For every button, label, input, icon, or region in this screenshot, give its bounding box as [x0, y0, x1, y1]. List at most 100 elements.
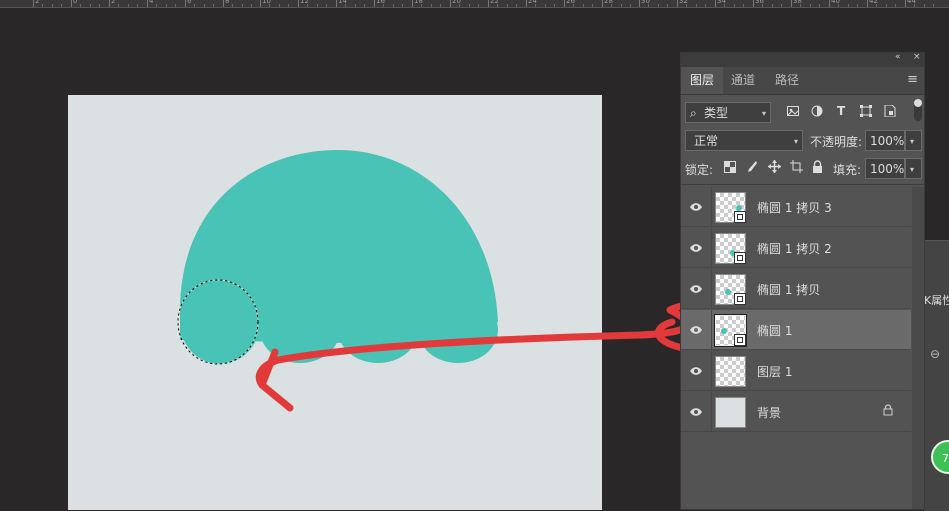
ruler-tick: [431, 4, 432, 7]
ruler-tick: [810, 4, 811, 7]
close-icon[interactable]: ×: [913, 52, 921, 62]
ruler-tick: [33, 0, 34, 7]
layer-row[interactable]: 椭圆 1 拷贝: [681, 269, 911, 309]
image-filter-icon[interactable]: [787, 105, 799, 120]
tab-layers[interactable]: 图层: [681, 67, 723, 94]
ruler-tick: [592, 4, 593, 7]
lock-transparent-pixels-icon[interactable]: [724, 161, 736, 176]
eye-icon[interactable]: [689, 364, 703, 378]
ruler-tick: [269, 4, 270, 7]
ruler-label: 8: [225, 0, 230, 5]
ruler-tick: [762, 4, 763, 7]
ruler-tick: [118, 4, 119, 7]
layer-name[interactable]: 背景: [757, 404, 781, 421]
ruler-tick: [686, 4, 687, 7]
layer-name[interactable]: 椭圆 1 拷贝: [757, 281, 820, 298]
shape-filter-icon[interactable]: [860, 105, 872, 120]
ruler-tick: [393, 4, 394, 7]
ruler-tick: [545, 4, 546, 7]
ruler-tick: [137, 4, 138, 7]
filter-kind-select[interactable]: ⌕ 类型 ▾: [685, 102, 771, 123]
layer-name[interactable]: 椭圆 1 拷贝 2: [757, 240, 832, 257]
ruler-label: 6: [187, 0, 192, 5]
layer-name[interactable]: 椭圆 1: [757, 322, 792, 339]
lock-all-icon[interactable]: [812, 160, 823, 176]
opacity-value: 100%: [870, 134, 905, 148]
ruler-tick: [194, 4, 195, 7]
layer-row[interactable]: 图层 1: [681, 351, 911, 391]
fill-value: 100%: [870, 162, 905, 176]
ruler-tick: [819, 4, 820, 7]
chevron-down-icon: ▾: [794, 137, 799, 146]
opacity-dropdown[interactable]: ▾: [905, 130, 922, 151]
ruler-tick: [260, 0, 261, 7]
ruler-tick: [242, 4, 243, 7]
type-filter-icon[interactable]: T: [837, 104, 845, 118]
collapse-icon[interactable]: «: [895, 52, 901, 62]
tab-paths[interactable]: 路径: [767, 67, 807, 94]
lock-position-icon[interactable]: [768, 160, 781, 176]
layer-name[interactable]: 椭圆 1 拷贝 3: [757, 199, 832, 216]
layer-thumbnail: [714, 314, 747, 347]
document-canvas[interactable]: [68, 95, 602, 510]
fill-dropdown[interactable]: ▾: [905, 158, 922, 179]
artboard-lock-icon[interactable]: [790, 160, 803, 176]
ruler-tick: [156, 4, 157, 7]
ruler-tick: [204, 4, 205, 7]
divider: [711, 392, 712, 432]
layer-row-selected[interactable]: 椭圆 1: [681, 310, 911, 350]
link-icon[interactable]: ⊖: [930, 347, 940, 361]
ruler-tick: [583, 4, 584, 7]
layer-name[interactable]: 图层 1: [757, 363, 792, 380]
ruler-tick: [800, 4, 801, 7]
ruler-tick: [288, 4, 289, 7]
filter-toggle[interactable]: [914, 99, 922, 121]
ruler-tick: [516, 4, 517, 7]
panel-menu-icon[interactable]: ≡: [907, 72, 918, 87]
properties-tab-label[interactable]: K属性: [924, 292, 949, 308]
ruler-tick: [317, 4, 318, 7]
ruler-tick: [364, 4, 365, 7]
ruler-tick: [497, 4, 498, 7]
ruler-tick: [658, 4, 659, 7]
filter-kind-label: 类型: [704, 106, 729, 120]
opacity-input[interactable]: 100%: [865, 130, 905, 151]
fill-input[interactable]: 100%: [865, 158, 905, 179]
eye-icon[interactable]: [689, 241, 703, 255]
smart-object-filter-icon[interactable]: [884, 104, 896, 120]
ruler-tick: [933, 4, 934, 7]
layer-row[interactable]: 椭圆 1 拷贝 2: [681, 228, 911, 268]
shape-dot: [725, 289, 731, 295]
layers-scrollbar[interactable]: [912, 187, 924, 509]
ruler-tick: [80, 4, 81, 7]
ruler-tick: [213, 4, 214, 7]
lock-image-pixels-icon[interactable]: [746, 160, 758, 177]
ruler-tick: [450, 0, 451, 7]
layer-row[interactable]: 背景: [681, 392, 911, 432]
layer-thumbnail: [715, 192, 746, 223]
tab-channels[interactable]: 通道: [723, 67, 763, 94]
layer-row[interactable]: 椭圆 1 拷贝 3: [681, 187, 911, 227]
ruler-tick: [175, 4, 176, 7]
ruler-tick: [924, 4, 925, 7]
ruler-tick: [715, 0, 716, 7]
ruler-tick: [573, 4, 574, 7]
blend-mode-select[interactable]: 正常 ▾: [685, 130, 803, 151]
panel-title-bar[interactable]: « ×: [681, 52, 924, 67]
adjustment-filter-icon[interactable]: [811, 105, 823, 120]
eye-icon[interactable]: [689, 282, 703, 296]
ruler-tick: [886, 4, 887, 7]
ruler-tick: [535, 4, 536, 7]
ruler-tick: [848, 4, 849, 7]
eye-icon[interactable]: [689, 323, 703, 337]
smart-object-icon: [734, 334, 746, 346]
eye-icon[interactable]: [689, 405, 703, 419]
eye-icon[interactable]: [689, 200, 703, 214]
ruler-tick: [838, 4, 839, 7]
ruler-tick: [383, 4, 384, 7]
ruler-tick: [147, 0, 148, 7]
ruler-tick: [402, 4, 403, 7]
divider: [681, 184, 924, 185]
ruler-tick: [279, 4, 280, 7]
ruler-tick: [639, 0, 640, 7]
